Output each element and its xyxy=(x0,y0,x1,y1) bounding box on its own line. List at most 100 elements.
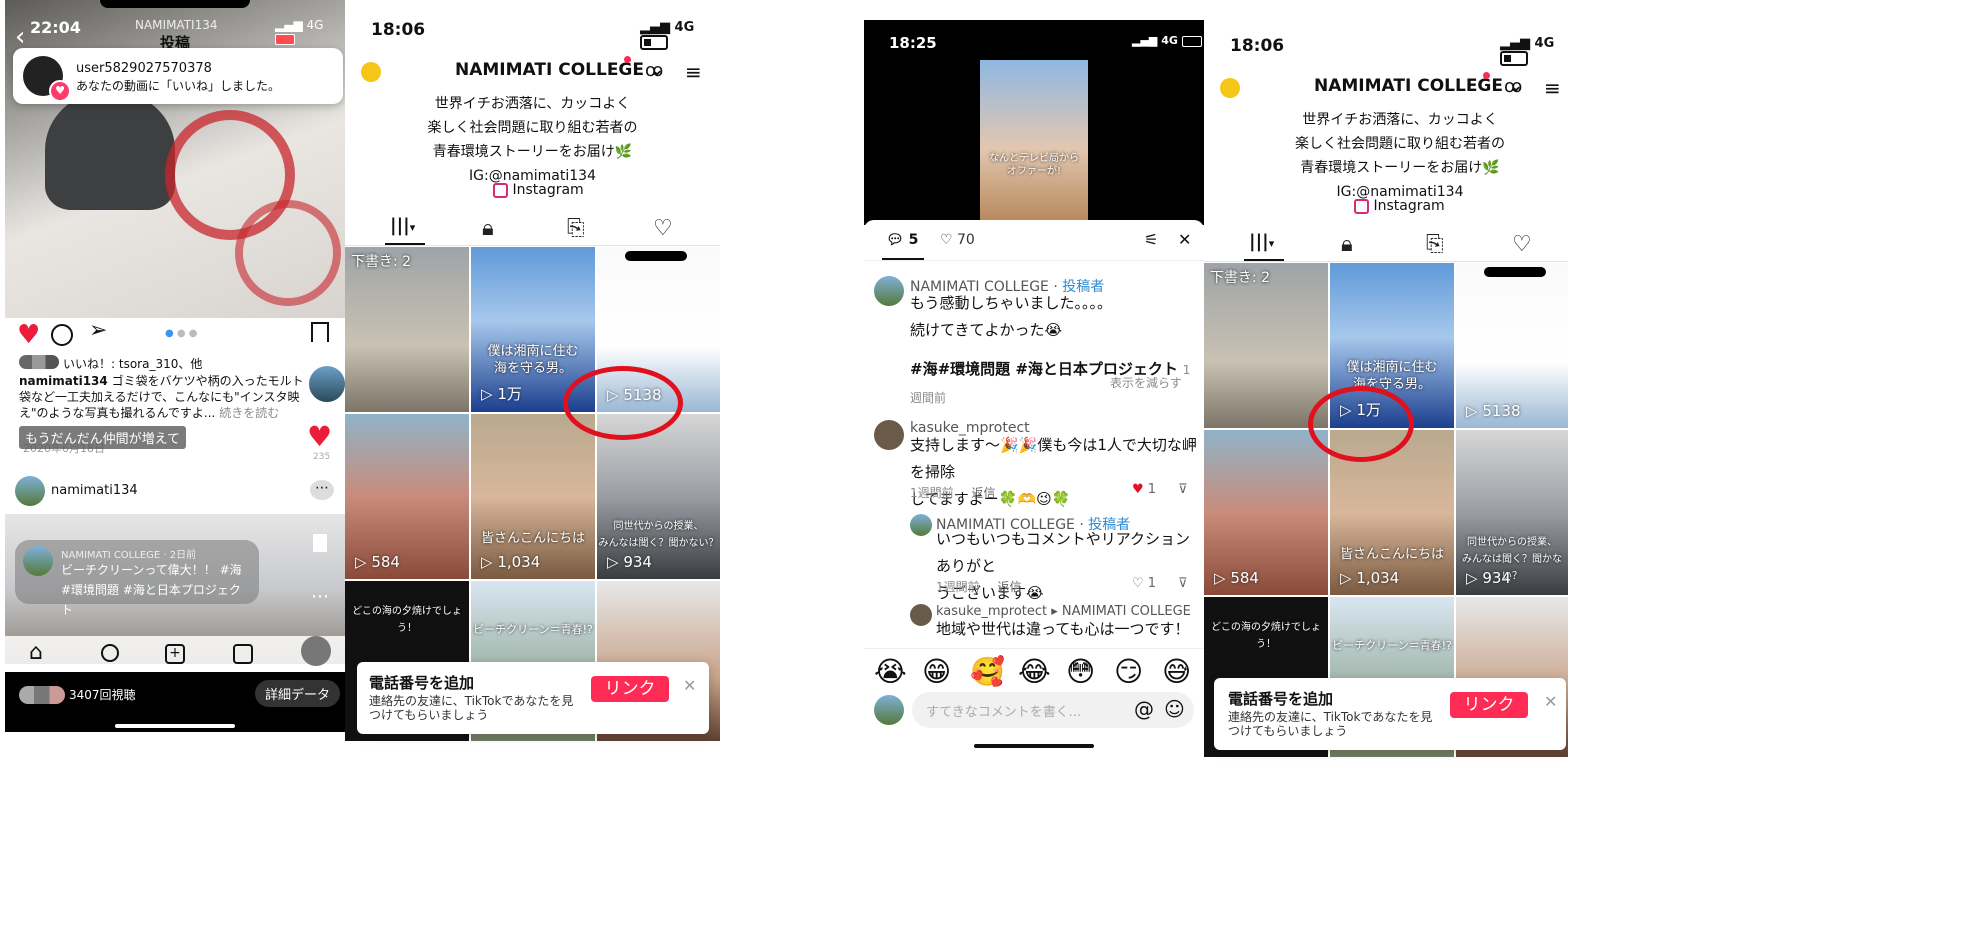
link-button[interactable]: リンク xyxy=(1450,692,1528,718)
dislike-icon[interactable]: ⊽ xyxy=(1178,576,1188,591)
video-thumb[interactable]: 皆さんこんにちは ▷ 1,034 xyxy=(471,414,595,579)
mention-icon[interactable]: @ xyxy=(1134,697,1154,721)
comment-input[interactable]: すてきなコメントを書く... @ ☺ xyxy=(912,692,1194,728)
emoji-option[interactable]: 🥰 xyxy=(970,655,1005,688)
video-thumb[interactable]: 下書き: 2 xyxy=(1204,263,1328,428)
comment-like[interactable]: ♥ 1 xyxy=(1132,482,1156,497)
emoji-option[interactable]: 😏 xyxy=(1114,655,1143,688)
close-icon[interactable]: ✕ xyxy=(1544,692,1557,711)
create-icon[interactable]: + xyxy=(165,644,185,664)
bio-line: 楽しく社会問題に取り組む若者の xyxy=(1295,136,1505,152)
tab-videos[interactable]: |||▾ xyxy=(1249,231,1274,252)
like-notification[interactable]: ♥ user5829027570378 あなたの動画に「いいね」しました。 xyxy=(13,48,343,104)
like-icon[interactable]: ♥ xyxy=(17,320,40,350)
tiktok-comments-panel: 18:25 ▂▄▆ 4G なんとテレビ局から オファーが! 💬︎ 5 ♡ 70 … xyxy=(864,0,1204,951)
highlight-circle xyxy=(1308,386,1414,462)
coin-icon[interactable] xyxy=(1220,78,1240,98)
avatar[interactable] xyxy=(874,420,904,450)
video-thumb[interactable]: ▷ 584 xyxy=(345,414,469,579)
emoji-option[interactable]: 😳 xyxy=(1066,655,1095,688)
coin-icon[interactable] xyxy=(361,62,381,82)
creator-tools-icon[interactable]: ꝏ xyxy=(645,60,663,81)
thumb-caption: どこの海の夕焼けでしょう！ xyxy=(1211,622,1321,650)
filter-icon[interactable]: ⚟ xyxy=(1144,230,1158,249)
caption-user[interactable]: namimati134 xyxy=(19,374,108,388)
video-thumb[interactable]: ▷ 584 xyxy=(1204,430,1328,595)
video-thumb[interactable]: ▷ 5138 xyxy=(1456,263,1568,428)
comment-count[interactable]: 💬︎ 5 xyxy=(886,232,918,248)
comment-icon[interactable] xyxy=(51,324,73,346)
reels-icon[interactable] xyxy=(233,644,253,664)
close-icon[interactable]: ✕ xyxy=(683,676,696,695)
save-icon[interactable] xyxy=(311,322,329,342)
tab-private[interactable]: 🔒︎ xyxy=(482,216,494,241)
account-name: NAMIMATI COLLEGE xyxy=(455,60,644,80)
home-icon[interactable]: ⌂ xyxy=(29,640,43,665)
likes-line[interactable]: いいね！: tsora_310、他 xyxy=(63,355,202,372)
avatar[interactable] xyxy=(910,514,932,536)
bookmark-icon[interactable] xyxy=(313,534,327,552)
avatar[interactable] xyxy=(910,604,932,626)
tab-reposts[interactable]: ⎘ xyxy=(567,216,585,241)
overlay-heart-icon[interactable]: ♥ xyxy=(307,420,332,453)
close-icon[interactable]: ✕ xyxy=(1178,230,1191,249)
menu-icon[interactable]: ≡ xyxy=(1544,76,1561,100)
thumb-views: ▷ 584 xyxy=(355,553,400,571)
status-time: 22:04 xyxy=(30,18,81,37)
notification-user: user5829027570378 xyxy=(76,61,212,76)
search-icon[interactable] xyxy=(101,644,119,662)
dislike-icon[interactable]: ⊽ xyxy=(1178,482,1188,497)
phone-island xyxy=(625,251,687,261)
input-placeholder: すてきなコメントを書く... xyxy=(926,705,1082,720)
emoji-option[interactable]: 😅 xyxy=(1162,655,1191,688)
bio: 世界イチお洒落に、カッコよく 楽しく社会問題に取り組む若者の 青春環境ストーリー… xyxy=(345,92,720,188)
instagram-link[interactable]: Instagram xyxy=(493,182,584,198)
thumb-caption: 皆さんこんにちは xyxy=(1339,547,1444,562)
emoji-icon[interactable]: ☺ xyxy=(1164,697,1185,721)
creator-tools-icon[interactable]: ꝏ xyxy=(1504,76,1522,97)
share-icon[interactable]: ➢ xyxy=(89,318,107,343)
video-thumb[interactable]: 同世代からの授業、 みんなは聞く？聞かない？ ▷ 934 xyxy=(1456,430,1568,595)
emoji-option[interactable]: 😂 xyxy=(1018,655,1051,688)
thumb-caption: 同世代からの授業、 みんなは聞く？聞かない？ xyxy=(598,521,719,549)
thumb-views: ▷ 5138 xyxy=(1466,402,1521,420)
comment-bubble[interactable]: NAMIMATI COLLEGE · 2日前 ビーチクリーンって偉大！！ #海#… xyxy=(15,540,259,617)
details-button[interactable]: 詳細データ xyxy=(255,680,341,707)
account-switcher[interactable]: NAMIMATI COLLEGE ⌄ xyxy=(1314,76,1523,96)
thumb-caption: 皆さんこんにちは xyxy=(480,531,585,546)
tab-liked[interactable]: ♡ xyxy=(1512,232,1532,257)
menu-icon[interactable]: ≡ xyxy=(685,60,702,84)
reply-button[interactable]: 返信 xyxy=(971,486,995,500)
instagram-label: Instagram xyxy=(1373,198,1445,214)
instagram-link[interactable]: Instagram xyxy=(1354,198,1445,214)
reply-button[interactable]: 返信 xyxy=(997,580,1021,594)
header-divider xyxy=(864,260,1204,261)
more-icon[interactable]: ⋯ xyxy=(310,480,334,500)
thumb-caption: 僕は湘南に住む 海を守る男。 xyxy=(487,344,579,376)
video-thumb[interactable]: 下書き: 2 xyxy=(345,247,469,412)
profile-icon[interactable] xyxy=(301,636,331,666)
account-switcher[interactable]: NAMIMATI COLLEGE ⌄ xyxy=(455,60,664,80)
tab-videos[interactable]: |||▾ xyxy=(390,215,415,236)
reel-thumb[interactable] xyxy=(307,364,345,404)
bio-line: 青春環境ストーリーをお届け🌿 xyxy=(1300,160,1500,176)
tab-private[interactable]: 🔒︎ xyxy=(1341,232,1353,257)
home-indicator xyxy=(974,744,1094,748)
caption: namimati134 ゴミ袋をバケツや柄の入ったモルト袋など一工夫加えるだけで… xyxy=(19,373,311,421)
like-count[interactable]: ♡ 70 xyxy=(940,232,975,248)
avatar[interactable] xyxy=(874,276,904,306)
status-icons: ▂▄▆ 4G xyxy=(1500,36,1568,66)
more-dots-icon[interactable]: ⋯ xyxy=(311,586,329,607)
emoji-option[interactable]: 😁 xyxy=(922,655,951,688)
profile-name: namimati134 xyxy=(51,483,138,498)
show-less-link[interactable]: 表示を減らす xyxy=(1110,374,1182,391)
comment-like[interactable]: ♡ 1 xyxy=(1132,576,1156,591)
emoji-option[interactable]: 😭 xyxy=(874,655,907,688)
video-frame[interactable]: なんとテレビ局から オファーが! xyxy=(980,60,1088,220)
profile-row[interactable]: namimati134 ⋯ xyxy=(5,470,345,512)
link-button[interactable]: リンク xyxy=(591,676,669,702)
status-icons: ▂▄▆ 4G xyxy=(275,18,345,46)
tab-liked[interactable]: ♡ xyxy=(653,216,673,241)
read-more-link[interactable]: 続きを読む xyxy=(219,406,279,420)
tab-reposts[interactable]: ⎘ xyxy=(1426,232,1444,257)
